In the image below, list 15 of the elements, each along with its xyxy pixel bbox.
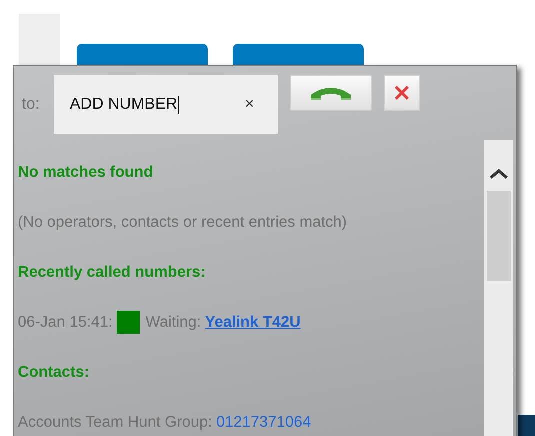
scroll-up-icon[interactable]: [488, 168, 508, 180]
contact-name: Accounts Team Hunt Group:: [18, 414, 212, 432]
section-heading: Contacts:: [18, 364, 90, 382]
to-label: to:: [22, 96, 41, 114]
call-status: Waiting:: [146, 314, 202, 332]
footer-bar: [518, 415, 535, 436]
call-button[interactable]: [290, 75, 372, 111]
section-heading: Recently called numbers:: [18, 264, 206, 282]
close-button[interactable]: [384, 75, 420, 111]
scrollbar[interactable]: [484, 140, 513, 436]
clear-button[interactable]: ×: [243, 96, 256, 114]
scroll-thumb[interactable]: [486, 191, 510, 281]
no-match-note: (No operators, contacts or recent entries match): [18, 214, 348, 232]
section-heading: No matches found: [18, 164, 154, 182]
call-time: 06-Jan 15:41:: [18, 314, 113, 332]
